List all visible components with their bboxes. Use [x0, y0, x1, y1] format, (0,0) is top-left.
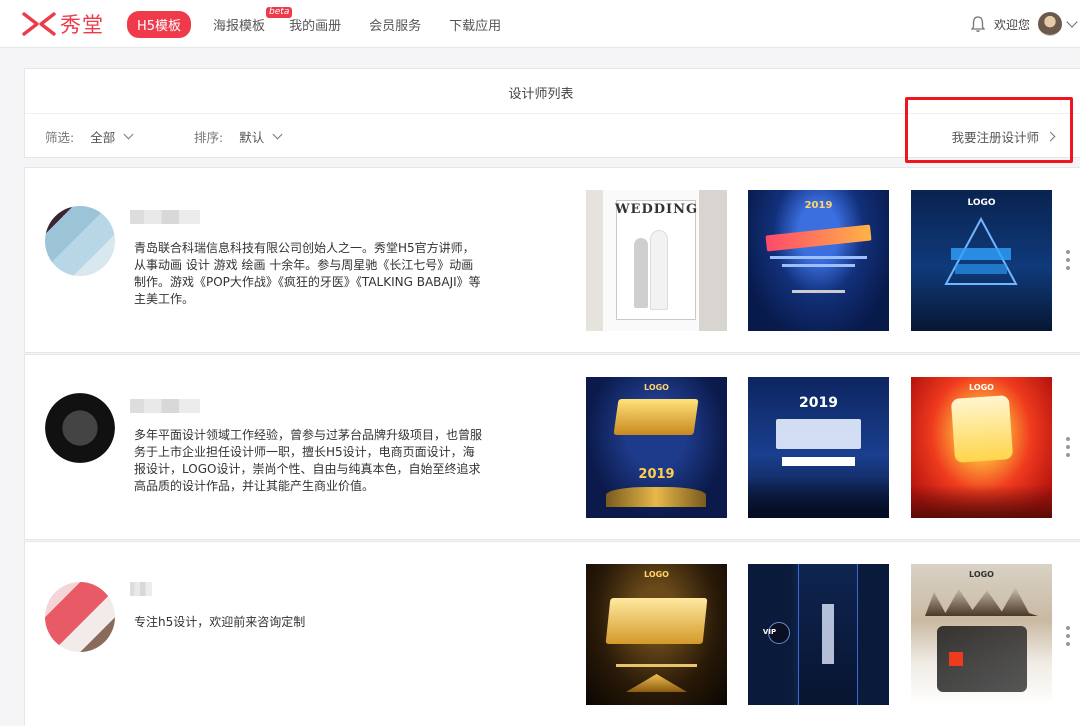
filter-label: 筛选:	[45, 130, 75, 145]
designer-avatar[interactable]	[45, 206, 115, 276]
nav-poster-templates[interactable]: 海报模板 beta	[213, 6, 293, 34]
designer-bio: 专注h5设计，欢迎前来咨询定制	[134, 615, 306, 629]
sort-dropdown[interactable]: 排序: 默认	[194, 127, 283, 146]
sort-label: 排序:	[194, 130, 224, 145]
work-thumbnail[interactable]: LOGO	[911, 377, 1052, 518]
chevron-down-icon	[123, 129, 134, 139]
designer-avatar[interactable]	[45, 393, 115, 463]
chevron-down-icon	[272, 129, 283, 139]
work-caption: LOGO	[967, 198, 996, 208]
title-stroke	[765, 224, 872, 252]
work-thumbnail[interactable]: 2019	[748, 190, 889, 331]
designer-bio: 青岛联合科瑞信息科技有限公司创始人之一。秀堂H5官方讲师，从事动画 设计 游戏 …	[134, 241, 481, 306]
designer-card: 青岛联合科瑞信息科技有限公司创始人之一。秀堂H5官方讲师，从事动画 设计 游戏 …	[24, 167, 1080, 353]
highlight-annotation	[905, 97, 1073, 163]
text-line	[616, 664, 697, 667]
nav-download-app[interactable]: 下载应用	[449, 15, 501, 34]
work-caption: 2019	[804, 200, 833, 211]
work-thumbnail[interactable]: WEDDING	[586, 190, 727, 331]
xiutang-logo-icon	[22, 12, 56, 36]
gold-title	[950, 395, 1014, 463]
gold-wave	[606, 487, 706, 507]
groom-figure	[634, 238, 648, 308]
nav-h5-templates[interactable]: H5模板	[127, 10, 192, 38]
designer-avatar[interactable]	[45, 582, 115, 652]
work-thumbnail[interactable]: LOGO 2019	[586, 377, 727, 518]
logo[interactable]: 秀堂	[22, 9, 104, 39]
more-options-icon[interactable]	[1066, 437, 1070, 457]
welcome-text: 欢迎您	[993, 17, 1030, 32]
nav-poster-label: 海报模板	[213, 18, 266, 34]
work-caption: LOGO	[644, 570, 669, 579]
crowd-band	[911, 485, 1052, 518]
more-options-icon[interactable]	[1066, 626, 1070, 646]
bride-figure	[650, 230, 668, 310]
title-block	[776, 419, 861, 449]
text-line	[792, 290, 845, 293]
people-silhouette	[925, 587, 1038, 616]
filter-dropdown[interactable]: 筛选: 全部	[45, 127, 134, 146]
work-thumbnail[interactable]: LOGO	[911, 564, 1052, 705]
nav-my-album[interactable]: 我的画册	[289, 15, 341, 34]
logo-text: 秀堂	[60, 13, 104, 37]
user-area: 欢迎您	[970, 0, 1080, 48]
work-caption: WEDDING	[614, 202, 699, 217]
work-thumbnail[interactable]: 2019	[748, 377, 889, 518]
gold-title	[605, 598, 708, 644]
work-caption: 2019	[638, 467, 675, 482]
triangle-graphic	[944, 216, 1018, 285]
text-bar	[782, 457, 855, 466]
ship-graphic	[626, 674, 687, 692]
text-line	[782, 264, 855, 267]
text-line	[770, 256, 867, 259]
designer-bio: 多年平面设计领域工作经验，曾参与过茅台品牌升级项目，也曾服务于上市企业担任设计师…	[134, 428, 483, 493]
chevron-down-icon[interactable]	[1066, 16, 1078, 28]
silhouette-band	[748, 477, 889, 518]
designer-name-blurred[interactable]	[130, 399, 200, 413]
designer-name-blurred[interactable]	[130, 582, 152, 596]
work-caption: 2019	[799, 395, 838, 411]
bell-icon[interactable]	[970, 15, 986, 33]
more-options-icon[interactable]	[1066, 250, 1070, 270]
nav-membership[interactable]: 会员服务	[369, 15, 421, 34]
vertical-title	[822, 604, 834, 664]
work-thumbnail[interactable]: LOGO	[911, 190, 1052, 331]
work-thumbnail[interactable]: LOGO	[586, 564, 727, 705]
work-thumbnail[interactable]: VIP	[748, 564, 889, 705]
designer-name-blurred[interactable]	[130, 210, 200, 224]
user-avatar[interactable]	[1038, 12, 1062, 36]
red-seal	[949, 652, 963, 666]
work-caption: LOGO	[969, 570, 994, 579]
main-nav: H5模板 海报模板 beta 我的画册 会员服务 下载应用	[127, 0, 529, 48]
designer-card: 专注h5设计，欢迎前来咨询定制 LOGO VIP LOGO	[24, 541, 1080, 726]
work-logo-label: LOGO	[644, 383, 669, 392]
work-caption: LOGO	[969, 383, 994, 392]
filter-value: 全部	[90, 130, 116, 145]
gold-title	[613, 399, 699, 435]
designer-card: 多年平面设计领域工作经验，曾参与过茅台品牌升级项目，也曾服务于上市企业担任设计师…	[24, 354, 1080, 540]
top-navigation-bar: 秀堂 H5模板 海报模板 beta 我的画册 会员服务 下载应用 欢迎您	[0, 0, 1080, 48]
sort-value: 默认	[239, 130, 265, 145]
